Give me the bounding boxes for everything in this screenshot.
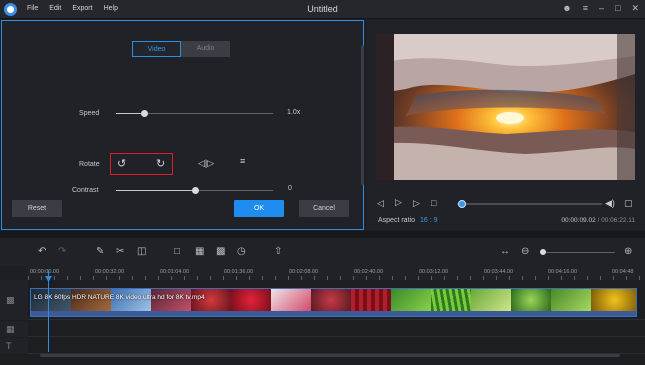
video-frame-image xyxy=(376,34,635,180)
video-track-icon: ▩ xyxy=(6,295,15,305)
close-icon[interactable]: ✕ xyxy=(631,3,639,14)
overlay-track-header: ▦ xyxy=(0,321,28,337)
playback-progress-thumb[interactable] xyxy=(457,200,466,208)
rotate-left-icon[interactable]: ↺ xyxy=(117,159,126,170)
fullscreen-icon[interactable]: ▢ xyxy=(624,198,633,209)
aspect-ratio-label: Aspect ratio xyxy=(378,217,415,224)
clip-thumbnail xyxy=(591,289,636,311)
timeline-toolbar: ↶ ↷ ✎ ✂ ◫ □ ▦ ▩ ◷ ⇧ ↔ ⊖ ⊕ xyxy=(0,238,645,266)
crop-icon[interactable]: □ xyxy=(174,246,180,258)
text-track-icon: T xyxy=(6,341,12,351)
aspect-ratio-value[interactable]: 16 : 9 xyxy=(420,217,438,224)
speed-clock-icon[interactable]: ◷ xyxy=(237,246,246,258)
menu-lines-icon[interactable]: ≡ xyxy=(583,3,588,14)
overlay-track[interactable] xyxy=(28,321,645,337)
playhead[interactable] xyxy=(48,270,49,352)
ruler-label: 00:01:36.00 xyxy=(224,269,254,275)
clip-thumbnail xyxy=(511,289,551,311)
panel-divider xyxy=(0,231,645,238)
speed-label: Speed xyxy=(79,110,100,117)
video-clip[interactable]: LG 8K 60fps HDR NATURE 8K video ultra hd… xyxy=(30,288,637,317)
undo-icon[interactable]: ↶ xyxy=(38,246,46,258)
rotate-label: Rotate xyxy=(79,161,100,168)
clip-thumbnail xyxy=(271,289,311,311)
timeline-scrollbar[interactable] xyxy=(40,354,620,357)
account-icon[interactable]: ☻ xyxy=(562,3,571,14)
edit-pencil-icon[interactable]: ✎ xyxy=(96,246,104,258)
export-share-icon[interactable]: ⇧ xyxy=(274,246,282,258)
flip-vertical-icon[interactable]: ≡ xyxy=(240,156,245,166)
window-controls: ☻ ≡ – □ ✕ xyxy=(562,3,639,14)
playback-progress-track[interactable] xyxy=(457,203,602,205)
overlay-track-icon: ▦ xyxy=(6,324,15,334)
ruler-label: 00:02:08.00 xyxy=(289,269,319,275)
text-track-header: T xyxy=(0,338,28,354)
prev-frame-icon[interactable]: ◁ xyxy=(377,198,384,209)
contrast-slider-fill xyxy=(116,190,195,191)
clip-audio-waveform xyxy=(31,311,636,316)
tab-video[interactable]: Video xyxy=(132,41,181,57)
reset-button[interactable]: Reset xyxy=(12,200,62,217)
clip-thumbnail xyxy=(311,289,351,311)
edit-settings-panel: Video Audio Speed 1.0x Rotate ↺ ↻ ◁|▷ ≡ … xyxy=(1,20,364,230)
clip-thumbnail xyxy=(391,289,431,311)
video-preview[interactable] xyxy=(376,34,635,180)
video-track-header: ▩ xyxy=(0,280,28,320)
playback-time: 00:00:09.02 / 00:06:22.11 xyxy=(561,217,635,224)
speed-value: 1.0x xyxy=(287,109,301,116)
cut-icon[interactable]: ✂ xyxy=(116,246,124,258)
preview-panel: ◁ ▷ ▷ □ ◀) ▢ Aspect ratio 16 : 9 00:00:0… xyxy=(367,20,645,230)
redo-icon[interactable]: ↷ xyxy=(58,246,66,258)
maximize-icon[interactable]: □ xyxy=(615,3,620,14)
ruler-label: 00:04:48 xyxy=(612,269,634,275)
zoom-in-icon[interactable]: ⊕ xyxy=(624,246,632,258)
minimize-icon[interactable]: – xyxy=(599,3,604,14)
contrast-label: Contrast xyxy=(72,187,99,194)
cancel-button[interactable]: Cancel xyxy=(299,200,349,217)
play-icon[interactable]: ▷ xyxy=(395,197,402,208)
next-frame-icon[interactable]: ▷ xyxy=(413,198,420,209)
delete-icon[interactable]: ◫ xyxy=(137,246,146,258)
window-title: Untitled xyxy=(307,4,338,14)
total-time: / 00:06:22.11 xyxy=(597,217,635,224)
film-icon[interactable]: ▩ xyxy=(216,246,225,258)
rotate-buttons-highlight: ↺ ↻ xyxy=(110,153,173,175)
timeline-ruler[interactable]: 00:00:00.00 00:00:32.00 00:01:04.00 00:0… xyxy=(28,266,645,280)
ruler-label: 00:02:40.00 xyxy=(354,269,384,275)
mosaic-icon[interactable]: ▦ xyxy=(195,246,204,258)
current-time: 00:00:09.02 xyxy=(561,217,596,224)
speed-slider-fill xyxy=(116,113,145,114)
ruler-label: 00:00:00.00 xyxy=(30,269,60,275)
volume-icon[interactable]: ◀) xyxy=(605,198,615,209)
clip-thumbnail xyxy=(431,289,471,311)
title-bar: File Edit Export Help Untitled ☻ ≡ – □ ✕ xyxy=(0,0,645,19)
zoom-out-icon[interactable]: ⊖ xyxy=(521,246,529,258)
speed-slider-thumb[interactable] xyxy=(141,110,149,117)
text-track[interactable] xyxy=(28,338,645,354)
video-audio-tabs: Video Audio xyxy=(132,41,230,57)
fit-timeline-icon[interactable]: ↔ xyxy=(500,246,510,258)
contrast-value: 0 xyxy=(288,185,292,192)
ruler-label: 00:03:44.00 xyxy=(484,269,514,275)
zoom-slider-track[interactable] xyxy=(543,252,615,253)
ruler-label: 00:04:16.00 xyxy=(548,269,578,275)
stop-icon[interactable]: □ xyxy=(431,198,436,208)
ruler-label: 00:00:32.00 xyxy=(95,269,125,275)
zoom-slider-thumb[interactable] xyxy=(540,249,546,255)
clip-thumbnail xyxy=(231,289,271,311)
clip-thumbnail xyxy=(551,289,591,311)
contrast-slider-thumb[interactable] xyxy=(191,187,199,194)
clip-filename: LG 8K 60fps HDR NATURE 8K video ultra hd… xyxy=(34,294,205,301)
rotate-right-icon[interactable]: ↻ xyxy=(156,159,165,170)
tab-audio[interactable]: Audio xyxy=(181,41,230,57)
ok-button[interactable]: OK xyxy=(234,200,284,217)
ruler-label: 00:01:04.00 xyxy=(160,269,190,275)
clip-thumbnail xyxy=(471,289,511,311)
clip-thumbnail xyxy=(351,289,391,311)
flip-horizontal-icon[interactable]: ◁|▷ xyxy=(198,158,214,169)
ruler-label: 00:03:12.00 xyxy=(419,269,449,275)
editor-scrollbar[interactable] xyxy=(361,45,364,185)
